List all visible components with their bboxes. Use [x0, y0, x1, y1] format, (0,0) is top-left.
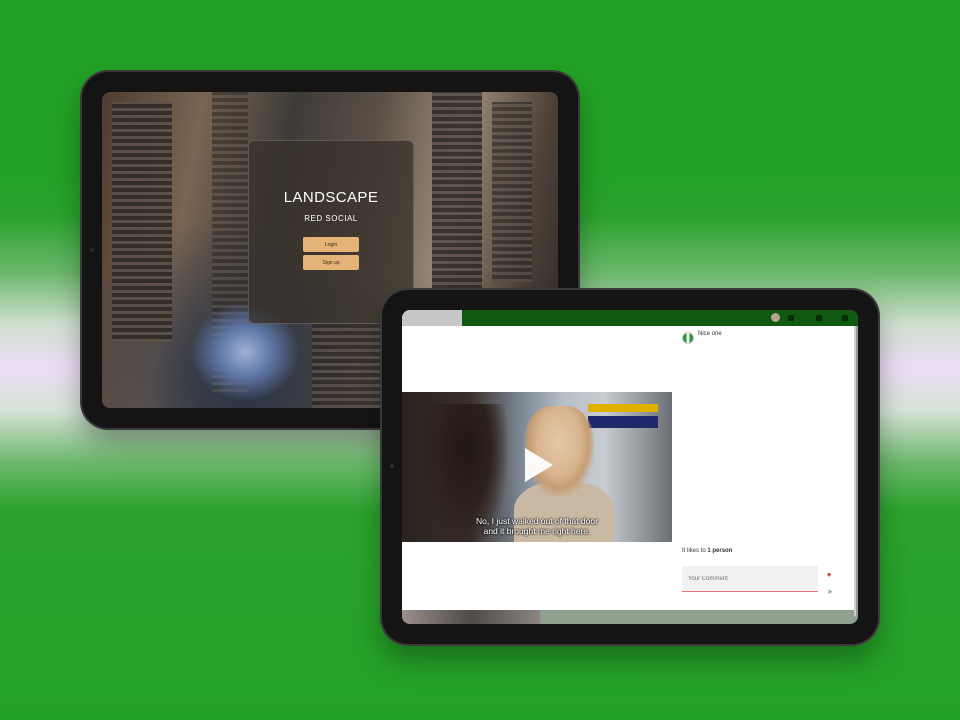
likes-prefix: It likes to: [682, 548, 706, 554]
video-scene: [588, 416, 658, 428]
tablet-post: Nice one No, I just walked out of that d…: [382, 290, 878, 644]
comment-text: Nice one: [698, 331, 722, 337]
feed-thumbnail: [402, 610, 540, 624]
heart-icon[interactable]: ♥: [827, 572, 831, 579]
commenter-avatar: [682, 332, 694, 344]
tablet-camera: [390, 464, 394, 468]
nav-icon[interactable]: [842, 315, 848, 321]
post-screen: Nice one No, I just walked out of that d…: [402, 310, 858, 624]
nav-icon[interactable]: [816, 315, 822, 321]
likes-count: 1 person: [707, 548, 733, 554]
video-scene: [588, 404, 658, 412]
video-subtitle: and it brought me right here.: [483, 526, 591, 536]
app-title: LANDSCAPE: [283, 189, 379, 206]
background-panel: [402, 310, 462, 326]
post-modal: Nice one No, I just walked out of that d…: [402, 326, 854, 610]
comment-input[interactable]: [682, 566, 818, 592]
nav-icon[interactable]: [788, 315, 794, 321]
video-player[interactable]: No, I just walked out of that door and i…: [402, 392, 672, 542]
send-icon[interactable]: ➤: [827, 588, 833, 596]
top-navbar: [462, 310, 858, 326]
building: [312, 322, 392, 408]
modal-scrollbar[interactable]: [854, 326, 856, 616]
login-button[interactable]: Login: [303, 237, 359, 252]
building: [432, 92, 482, 292]
user-avatar[interactable]: [771, 313, 780, 322]
signup-button[interactable]: Sign up: [303, 255, 359, 270]
video-subtitle: No, I just walked out of that door: [476, 516, 598, 526]
building: [112, 102, 172, 342]
building: [492, 102, 532, 282]
play-icon[interactable]: [525, 448, 553, 482]
app-subtitle: RED SOCIAL: [304, 214, 358, 223]
likes-summary: It likes to 1 person: [682, 548, 732, 554]
tablet-camera: [90, 248, 94, 252]
